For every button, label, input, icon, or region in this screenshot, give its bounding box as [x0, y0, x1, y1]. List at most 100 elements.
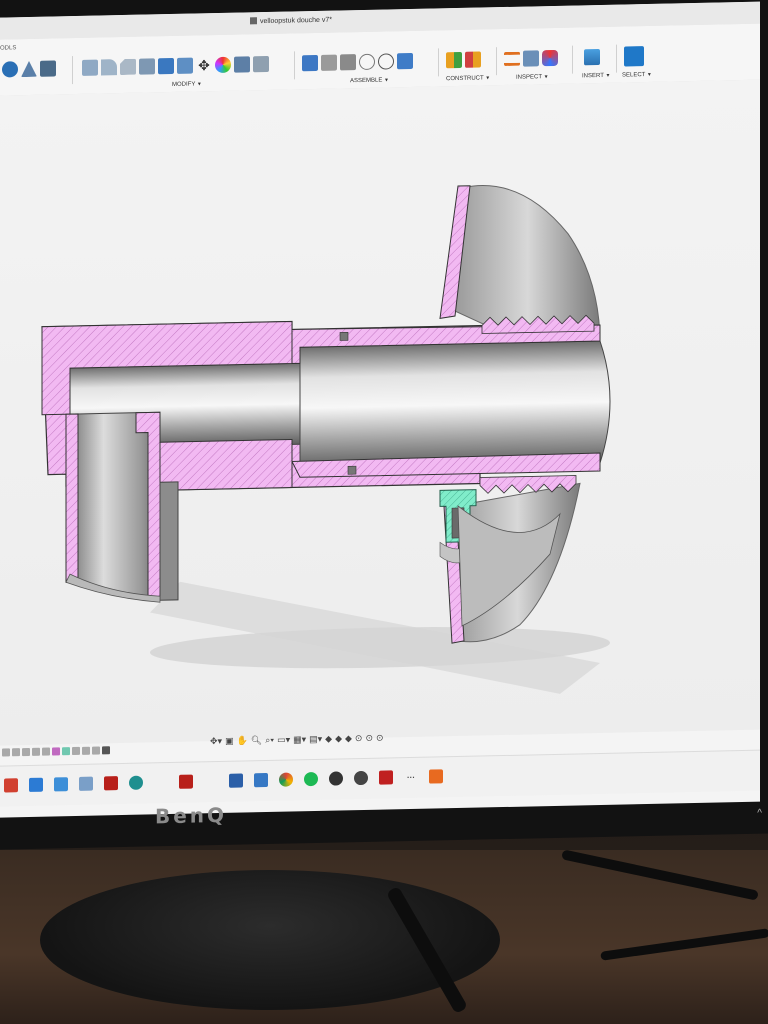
cube-icon[interactable]: ◆: [345, 733, 352, 743]
groove: [339, 331, 349, 341]
section-view-model[interactable]: [0, 80, 760, 746]
document-title-text: velloopstuk douche v7*: [260, 16, 332, 26]
joint-icon[interactable]: [321, 54, 337, 71]
cube-icon[interactable]: ◆: [325, 734, 332, 744]
separator: [616, 44, 617, 73]
visual-style-icon[interactable]: ⊙: [355, 733, 363, 743]
scale-icon[interactable]: [253, 55, 269, 73]
notepad-icon[interactable]: [229, 773, 243, 788]
construct-tools: [446, 48, 481, 73]
screen: velloopstuk douche v7* ODLS ✥ MODIFY ▼ A…: [0, 1, 760, 818]
media-icon[interactable]: [329, 771, 343, 786]
timeline-play-icon[interactable]: [22, 747, 30, 757]
orange-app-icon[interactable]: [429, 769, 443, 784]
shell-icon[interactable]: [139, 58, 155, 75]
appearance-icon[interactable]: [215, 56, 231, 74]
caret-down-icon: ▼: [384, 77, 389, 84]
blender-icon[interactable]: [204, 774, 218, 788]
chrome-icon[interactable]: [279, 772, 293, 787]
modify-tools: ✥: [82, 52, 269, 80]
timeline-feature[interactable]: [92, 746, 100, 755]
insert-menu[interactable]: INSERT ▼: [582, 73, 610, 80]
dots-icon[interactable]: ···: [404, 770, 418, 784]
timeline-first-icon[interactable]: [2, 748, 10, 757]
tools-label: ODLS: [0, 45, 17, 52]
display-component-colors-icon[interactable]: [542, 49, 558, 67]
offset-plane-icon[interactable]: [446, 51, 462, 69]
stack-icon[interactable]: [40, 60, 56, 77]
look-at-icon[interactable]: ✋: [237, 735, 248, 745]
arduino-icon[interactable]: [129, 775, 143, 790]
mail-icon[interactable]: [54, 777, 68, 792]
create-tools: [2, 56, 56, 81]
press-pull-icon[interactable]: [82, 59, 98, 76]
combine-icon[interactable]: [158, 57, 174, 75]
rigid-group-icon[interactable]: [378, 53, 394, 70]
visual-style-icon[interactable]: ⊙: [376, 733, 384, 743]
new-component-icon[interactable]: [302, 54, 318, 72]
insert-image-icon[interactable]: [584, 49, 600, 66]
select-tools: [624, 44, 644, 68]
separator: [438, 48, 439, 77]
filezilla2-icon[interactable]: [179, 774, 193, 789]
filezilla-icon[interactable]: [104, 776, 118, 791]
outlet-outer: [159, 481, 179, 601]
display-settings-icon[interactable]: ▭▾: [277, 735, 290, 745]
timeline-feature[interactable]: [82, 746, 90, 755]
select-menu[interactable]: SELECT ▼: [622, 72, 652, 79]
timeline-marker[interactable]: [102, 746, 110, 755]
media2-icon[interactable]: [354, 770, 368, 786]
visual-style-icon[interactable]: ⊙: [365, 733, 373, 743]
select-icon[interactable]: [624, 46, 644, 67]
joint-origin-icon[interactable]: [359, 53, 375, 71]
pan-icon[interactable]: ▣: [225, 736, 234, 746]
vertical-outlet-bore: [65, 411, 161, 601]
viewport-canvas[interactable]: [0, 79, 760, 746]
triangle-icon[interactable]: [21, 61, 37, 77]
fillet-icon[interactable]: [101, 59, 117, 76]
sketch-icon[interactable]: [2, 61, 18, 78]
onedrive-icon[interactable]: [29, 777, 43, 792]
insert-label: INSERT: [582, 72, 604, 80]
select-label: SELECT: [622, 72, 646, 79]
timeline-next-icon[interactable]: [32, 747, 40, 756]
assemble-tools: [302, 49, 413, 75]
groove: [347, 465, 357, 475]
fusion-icon[interactable]: [254, 772, 268, 788]
modify-menu[interactable]: MODIFY ▼: [172, 81, 202, 88]
chamfer-icon[interactable]: [120, 59, 136, 75]
drive-joints-icon[interactable]: [397, 52, 413, 70]
powerpoint-icon[interactable]: [4, 778, 18, 793]
timeline-last-icon[interactable]: [42, 747, 50, 756]
caret-down-icon: ▼: [543, 74, 549, 81]
section-analysis-icon[interactable]: [523, 50, 539, 67]
timeline-feature[interactable]: [52, 747, 60, 756]
grid-icon[interactable]: ▦▾: [293, 734, 306, 744]
construct-menu[interactable]: CONSTRUCT ▼: [446, 75, 490, 82]
spotify-icon[interactable]: [304, 771, 318, 787]
physical-material-icon[interactable]: [234, 56, 250, 73]
replace-face-icon[interactable]: [177, 57, 193, 74]
timeline-feature[interactable]: [62, 747, 70, 756]
midplane-icon[interactable]: [465, 51, 481, 68]
timeline: [0, 743, 132, 760]
move-icon[interactable]: ✥: [196, 57, 212, 73]
as-built-joint-icon[interactable]: [340, 54, 356, 71]
timeline-feature[interactable]: [72, 746, 80, 756]
image-icon[interactable]: [79, 776, 93, 791]
monitor-stand: [40, 870, 500, 1010]
separator: [572, 45, 573, 74]
timeline-prev-icon[interactable]: [12, 748, 20, 757]
orbit-icon[interactable]: ✥▾: [210, 736, 222, 746]
measure-icon[interactable]: [504, 51, 520, 67]
document-icon: [250, 17, 257, 25]
red-app-icon[interactable]: [379, 770, 393, 785]
inspect-menu[interactable]: INSPECT ▼: [516, 74, 549, 81]
viewports-icon[interactable]: ▤▾: [309, 734, 322, 744]
assemble-menu[interactable]: ASSEMBLE ▼: [350, 77, 389, 84]
zoom-icon[interactable]: 🔍︎: [251, 735, 262, 745]
fit-icon[interactable]: ⌕▾: [265, 735, 274, 745]
app-l-icon[interactable]: [154, 775, 168, 789]
chevron-up-icon[interactable]: ^: [757, 808, 762, 819]
cube-icon[interactable]: ◆: [335, 733, 342, 743]
